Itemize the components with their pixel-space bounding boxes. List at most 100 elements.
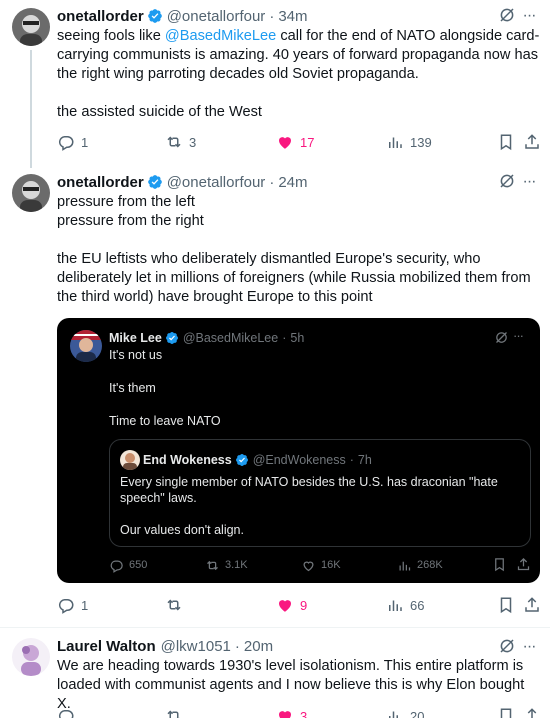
like-button[interactable]: 16K bbox=[301, 556, 341, 574]
text-part: the EU leftists who deliberately dismant… bbox=[57, 251, 535, 305]
views-button[interactable]: 268K bbox=[397, 556, 443, 574]
quoted-text-line: Time to leave NATO bbox=[109, 414, 221, 428]
repost-button[interactable]: 3.1K bbox=[205, 556, 248, 574]
text-part: the assisted suicide of the West bbox=[57, 104, 262, 120]
separator: · bbox=[269, 7, 275, 25]
grok-icon[interactable] bbox=[498, 6, 516, 24]
repost-icon bbox=[167, 136, 181, 148]
display-name[interactable]: onetallorder bbox=[57, 174, 144, 191]
share-icon[interactable] bbox=[523, 133, 541, 151]
verified-badge-icon bbox=[147, 175, 162, 189]
reply-icon bbox=[58, 136, 74, 151]
grok-icon[interactable] bbox=[494, 330, 509, 345]
text-part: Every single member of NATO besides the … bbox=[120, 475, 498, 505]
handle[interactable]: @onetallorfour bbox=[167, 8, 266, 25]
more-icon[interactable]: ··· bbox=[519, 637, 539, 657]
like-button[interactable]: 9 bbox=[276, 595, 307, 615]
handle[interactable]: @BasedMikeLee bbox=[183, 331, 278, 345]
heart-filled-icon bbox=[279, 137, 291, 149]
bookmark-icon[interactable] bbox=[497, 133, 515, 151]
display-name[interactable]: Laurel Walton bbox=[57, 638, 156, 655]
reply-count: 1 bbox=[81, 134, 89, 150]
separator: · bbox=[349, 453, 354, 467]
view-count: 268K bbox=[417, 559, 443, 571]
like-count: 9 bbox=[300, 597, 308, 613]
timestamp[interactable]: 7h bbox=[358, 453, 372, 467]
text-part: pressure from the left bbox=[57, 194, 195, 210]
like-count: 16K bbox=[321, 559, 341, 571]
reply-button[interactable]: 650 bbox=[109, 556, 147, 574]
tweet-text: seeing fools like @BasedMikeLee call for… bbox=[57, 27, 541, 122]
share-icon[interactable] bbox=[523, 596, 541, 614]
action-bar: 1 3 17 139 bbox=[57, 132, 541, 152]
repost-button[interactable] bbox=[165, 706, 189, 718]
repost-icon bbox=[167, 599, 181, 611]
repost-button[interactable] bbox=[165, 595, 189, 615]
avatar[interactable] bbox=[12, 638, 50, 676]
tweet-header: Laurel Walton @lkw1051 · 20m bbox=[57, 636, 273, 656]
grok-icon[interactable] bbox=[498, 637, 516, 655]
quoted-tweet-card[interactable]: Mike Lee @BasedMikeLee · 5h ··· It's not… bbox=[57, 318, 540, 583]
analytics-icon bbox=[399, 561, 411, 570]
tweet-1[interactable]: onetallorder @onetallorfour · 34m ··· se… bbox=[0, 0, 550, 168]
share-icon[interactable] bbox=[523, 707, 541, 718]
avatar[interactable] bbox=[120, 450, 140, 470]
avatar[interactable] bbox=[12, 174, 50, 212]
repost-icon bbox=[207, 560, 218, 570]
share-icon[interactable] bbox=[516, 557, 531, 572]
timestamp[interactable]: 24m bbox=[278, 174, 307, 191]
action-bar: 1 9 66 bbox=[57, 595, 541, 615]
separator: · bbox=[282, 331, 287, 345]
heart-icon bbox=[303, 561, 314, 571]
thread-line bbox=[30, 50, 32, 168]
handle[interactable]: @onetallorfour bbox=[167, 174, 266, 191]
reply-count: 650 bbox=[129, 559, 148, 571]
more-icon[interactable]: ··· bbox=[519, 6, 539, 26]
separator: · bbox=[269, 173, 275, 191]
grok-icon[interactable] bbox=[498, 172, 516, 190]
like-count: 17 bbox=[300, 134, 315, 150]
timestamp[interactable]: 34m bbox=[278, 8, 307, 25]
tweet-header: onetallorder @onetallorfour · 24m bbox=[57, 172, 308, 192]
views-button[interactable]: 20 bbox=[386, 706, 424, 718]
reply-button[interactable]: 1 bbox=[57, 595, 88, 615]
verified-badge-icon bbox=[147, 9, 162, 23]
reply-icon bbox=[58, 599, 74, 614]
like-button[interactable]: 3 bbox=[276, 706, 307, 718]
bookmark-icon[interactable] bbox=[492, 557, 507, 572]
text-part: Our values don't align. bbox=[120, 523, 244, 537]
reply-icon bbox=[110, 560, 123, 573]
timestamp[interactable]: 20m bbox=[244, 638, 273, 655]
display-name[interactable]: Mike Lee bbox=[109, 331, 162, 345]
verified-badge-icon bbox=[165, 332, 178, 344]
display-name[interactable]: End Wokeness bbox=[143, 453, 232, 467]
avatar[interactable] bbox=[70, 330, 102, 362]
nested-quoted-tweet[interactable]: End Wokeness @EndWokeness · 7h Every sin… bbox=[109, 439, 531, 547]
analytics-icon bbox=[389, 711, 398, 718]
analytics-icon bbox=[389, 137, 402, 148]
more-icon[interactable]: ··· bbox=[513, 328, 531, 346]
bookmark-icon[interactable] bbox=[497, 596, 515, 614]
tweet-3[interactable]: Laurel Walton @lkw1051 · 20m ··· We are … bbox=[0, 628, 550, 718]
display-name[interactable]: onetallorder bbox=[57, 8, 144, 25]
quoted-header: Mike Lee @BasedMikeLee · 5h bbox=[109, 329, 304, 347]
quoted-text-line: It's not us bbox=[109, 348, 163, 362]
views-button[interactable]: 139 bbox=[386, 132, 432, 152]
text-part: seeing fools like bbox=[57, 28, 165, 44]
avatar[interactable] bbox=[12, 8, 50, 46]
mention-link[interactable]: @BasedMikeLee bbox=[165, 28, 276, 44]
handle[interactable]: @EndWokeness bbox=[253, 453, 346, 467]
reply-button[interactable]: 1 bbox=[57, 132, 88, 152]
bookmark-icon[interactable] bbox=[497, 707, 515, 718]
handle[interactable]: @lkw1051 bbox=[161, 638, 231, 655]
timestamp[interactable]: 5h bbox=[290, 331, 304, 345]
repost-button[interactable]: 3 bbox=[165, 132, 196, 152]
tweet-header: onetallorder @onetallorfour · 34m bbox=[57, 6, 308, 26]
like-button[interactable]: 17 bbox=[276, 132, 314, 152]
view-count: 139 bbox=[410, 134, 432, 150]
views-button[interactable]: 66 bbox=[386, 595, 424, 615]
more-icon[interactable]: ··· bbox=[519, 172, 539, 192]
view-count: 20 bbox=[410, 708, 425, 718]
reply-button[interactable] bbox=[57, 706, 81, 718]
analytics-icon bbox=[389, 600, 402, 611]
